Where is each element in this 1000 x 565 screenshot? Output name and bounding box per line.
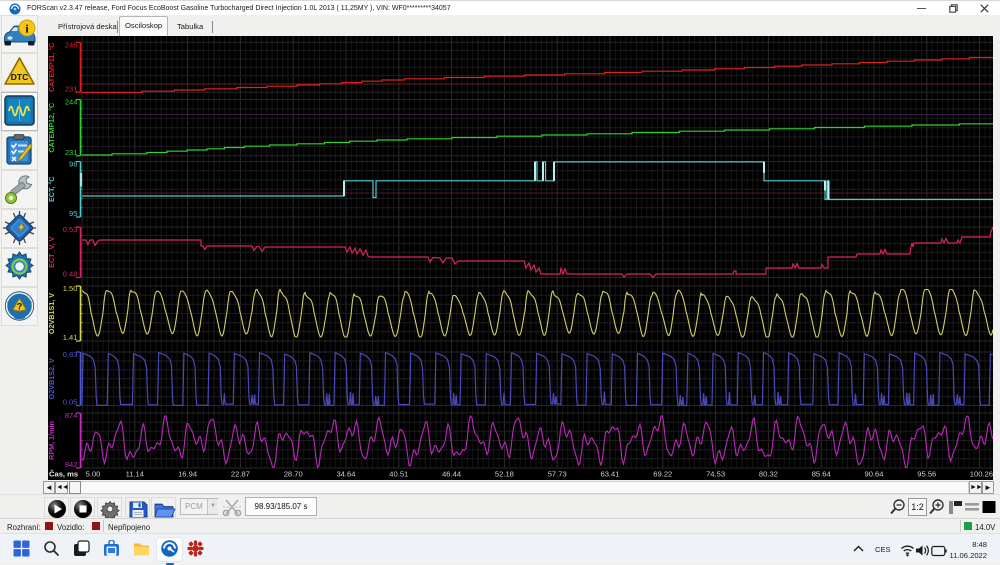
svg-text:80.32: 80.32 (759, 470, 778, 479)
svg-text:98: 98 (69, 160, 77, 169)
svg-text:231: 231 (65, 148, 78, 157)
svg-text:16.94: 16.94 (178, 470, 197, 479)
svg-text:100.26: 100.26 (970, 470, 993, 479)
svg-text:244: 244 (65, 98, 78, 107)
svg-text:28.70: 28.70 (284, 470, 303, 479)
svg-text:40.51: 40.51 (389, 470, 408, 479)
svg-text:1.41: 1.41 (63, 333, 78, 342)
svg-text:74.53: 74.53 (706, 470, 725, 479)
svg-text:?: ? (16, 301, 22, 311)
svg-text:46.44: 46.44 (442, 470, 461, 479)
svg-text:ECT_V, V: ECT_V, V (48, 236, 56, 267)
svg-text:0.48: 0.48 (63, 270, 78, 279)
svg-text:RPM, 1/min: RPM, 1/min (48, 421, 56, 460)
svg-text:842: 842 (65, 460, 78, 469)
svg-text:231: 231 (65, 85, 78, 94)
svg-text:O2VB1S2, V: O2VB1S2, V (48, 358, 56, 399)
svg-text:52.18: 52.18 (495, 470, 514, 479)
svg-text:CATEMP11, °C: CATEMP11, °C (48, 43, 56, 92)
svg-text:69.22: 69.22 (653, 470, 672, 479)
svg-text:CATEMP12, °C: CATEMP12, °C (48, 103, 56, 153)
svg-text:63.41: 63.41 (600, 470, 619, 479)
svg-text:0.05: 0.05 (63, 398, 78, 407)
svg-text:0.83: 0.83 (63, 350, 78, 359)
svg-text:DTC: DTC (10, 72, 27, 82)
svg-text:ECT, °C: ECT, °C (48, 176, 56, 202)
svg-text:O2VB1S1, V: O2VB1S1, V (48, 293, 56, 334)
svg-text:95: 95 (69, 209, 77, 218)
svg-text:0.53: 0.53 (63, 225, 78, 234)
svg-text:Čas, ms: Čas, ms (49, 470, 78, 479)
svg-text:22.87: 22.87 (231, 470, 250, 479)
svg-text:874: 874 (65, 411, 78, 420)
svg-text:11.14: 11.14 (126, 470, 144, 479)
svg-text:57.73: 57.73 (548, 470, 567, 479)
svg-text:85.64: 85.64 (812, 470, 831, 479)
svg-text:5.00: 5.00 (86, 470, 101, 479)
svg-text:246: 246 (65, 41, 78, 50)
svg-text:90.64: 90.64 (864, 470, 883, 479)
svg-text:34.64: 34.64 (336, 470, 355, 479)
svg-text:95.56: 95.56 (917, 470, 936, 479)
svg-text:1.50: 1.50 (63, 284, 78, 293)
